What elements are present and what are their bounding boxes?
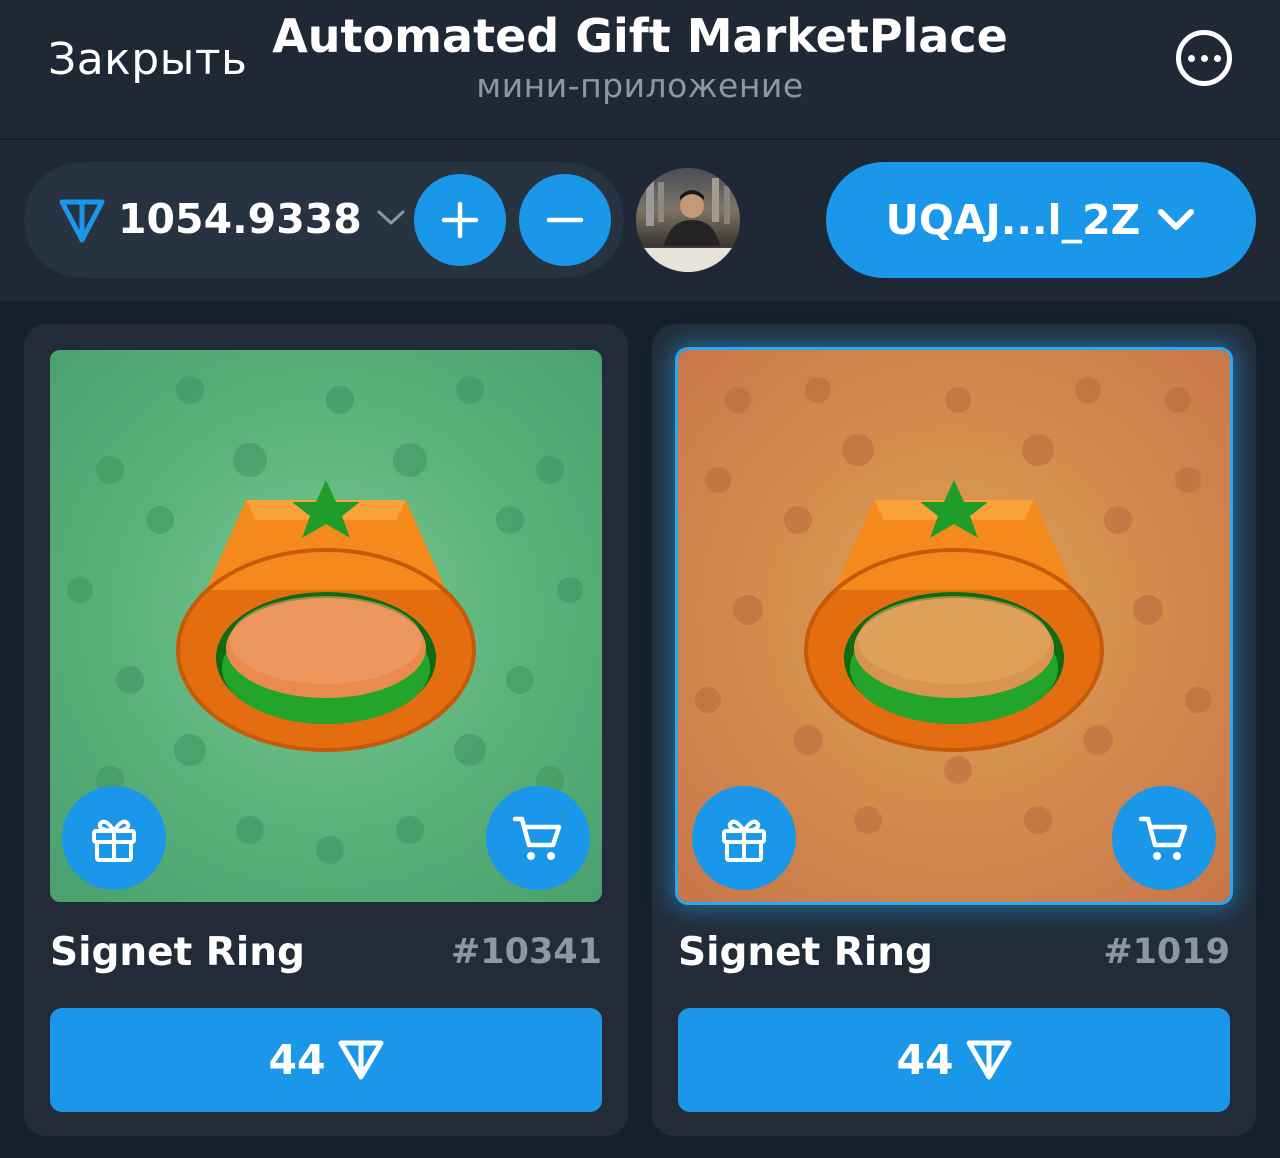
ton-icon xyxy=(59,199,105,243)
gift-name: Signet Ring xyxy=(678,930,933,975)
signet-ring-illustration xyxy=(176,480,476,752)
deposit-button[interactable] xyxy=(414,174,506,266)
chevron-down-icon[interactable] xyxy=(376,208,406,228)
avatar-photo xyxy=(636,176,740,272)
ton-icon xyxy=(966,1040,1012,1080)
user-avatar[interactable] xyxy=(636,168,740,272)
plus-icon xyxy=(441,201,479,239)
add-to-cart-button[interactable] xyxy=(1112,786,1216,890)
close-button[interactable]: Закрыть xyxy=(48,34,247,85)
gift-name: Signet Ring xyxy=(50,930,305,975)
add-to-cart-button[interactable] xyxy=(486,786,590,890)
buy-button[interactable]: 44 xyxy=(678,1008,1230,1112)
ton-icon xyxy=(338,1040,384,1080)
balance-pill[interactable]: 1054.9338 xyxy=(24,162,624,278)
minus-icon xyxy=(546,217,584,223)
gift-number: #10341 xyxy=(450,932,602,972)
app-header: Закрыть Automated Gift MarketPlace мини-… xyxy=(0,0,1280,140)
gift-card[interactable]: Signet Ring #1019 44 xyxy=(652,324,1256,1136)
price-label: 44 xyxy=(268,1036,326,1084)
gift-image[interactable] xyxy=(50,350,602,902)
price-label: 44 xyxy=(896,1036,954,1084)
buy-button[interactable]: 44 xyxy=(50,1008,602,1112)
more-horizontal-icon xyxy=(1187,54,1195,62)
app-subtitle: мини-приложение xyxy=(476,66,804,105)
send-gift-button[interactable] xyxy=(62,786,166,890)
balance-value: 1054.9338 xyxy=(118,195,362,243)
gift-card[interactable]: Signet Ring #10341 44 xyxy=(24,324,628,1136)
withdraw-button[interactable] xyxy=(519,174,611,266)
gift-image[interactable] xyxy=(678,350,1230,902)
title-block: Automated Gift MarketPlace мини-приложен… xyxy=(240,8,1040,108)
cart-icon xyxy=(1138,816,1188,860)
more-options-button[interactable] xyxy=(1176,30,1232,86)
gift-icon xyxy=(92,819,136,862)
wallet-button[interactable]: UQAJ...l_2Z xyxy=(826,162,1256,278)
gift-icon xyxy=(722,819,766,862)
cart-icon xyxy=(512,816,562,860)
chevron-down-icon xyxy=(1158,209,1195,230)
app-title: Automated Gift MarketPlace xyxy=(272,9,1008,63)
gift-number: #1019 xyxy=(1103,932,1230,972)
signet-ring-illustration xyxy=(804,480,1104,752)
wallet-address: UQAJ...l_2Z xyxy=(885,196,1141,244)
send-gift-button[interactable] xyxy=(692,786,796,890)
